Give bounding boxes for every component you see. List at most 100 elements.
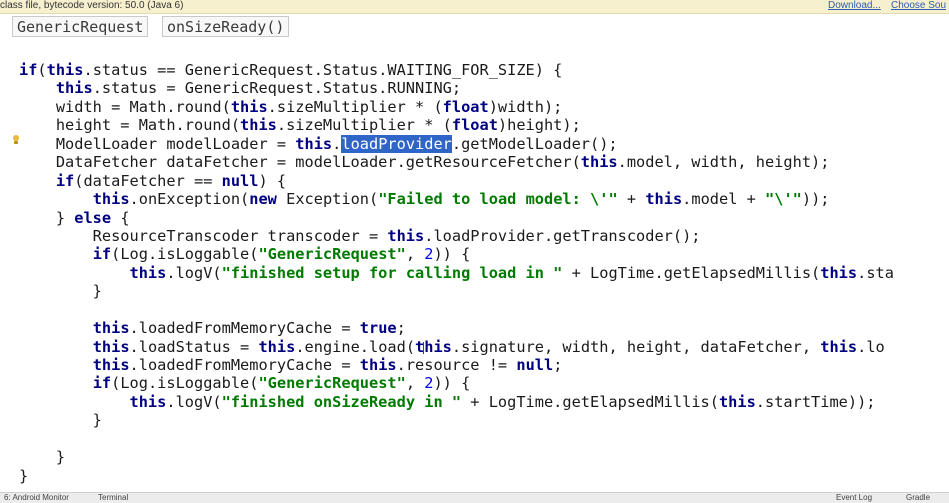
code-token: .logV( [166,392,222,411]
code-token: , [405,245,425,264]
code-token: null [221,171,259,190]
code-token: this [718,392,756,411]
code-token: this [820,263,858,282]
code-token: .onException( [129,190,250,209]
code-token: .loadedFromMemoryCache = [129,319,360,338]
breadcrumb-class[interactable]: GenericRequest [12,16,149,37]
code-token: .sta [857,263,894,282]
code-line: } [19,467,894,485]
code-token: this [415,337,452,356]
code-token: )) { [433,245,471,264]
code-line: if(Log.isLoggable("GenericRequest", 2)) … [19,245,894,263]
code-token: } [19,208,75,227]
code-line: if(dataFetcher == null) { [19,172,894,190]
breadcrumb-method[interactable]: onSizeReady() [162,16,290,37]
code-editor[interactable]: if(this.status == GenericRequest.Status.… [19,61,894,485]
code-token: } [19,466,29,485]
code-token: .status = GenericRequest.Status.RUNNING; [92,79,462,98]
code-token: )); [801,190,830,209]
code-token: .logV( [166,263,222,282]
code-token: .startTime)); [755,392,876,411]
code-token: Exception( [276,190,379,209]
code-token: .loadedFromMemoryCache = [129,356,360,374]
code-token: .status == GenericRequest.Status.WAITING… [83,61,563,79]
code-token: (dataFetcher == [74,171,222,190]
code-token: "finished setup for calling load in " [221,263,563,282]
code-token: "finished onSizeReady in " [221,392,462,411]
code-token: } [19,282,102,301]
choose-sources-link[interactable]: Choose Sou [891,0,946,12]
code-token: this [645,190,683,209]
code-token: + LogTime.getElapsedMillis( [461,392,719,411]
code-line: } else { [19,209,894,227]
code-token: , [405,374,425,393]
code-token: ResourceTranscoder transcoder = [19,226,388,245]
code-token: this [129,392,167,411]
code-token: .model + [682,190,766,209]
code-token: height = Math.round( [19,116,241,135]
code-token: null [516,356,554,374]
code-token: this [295,134,333,153]
code-token: this [46,61,84,79]
code-token: )width); [488,97,563,116]
code-token: "Failed to load model: \'" [378,190,618,209]
decompiled-class-notice: class file, bytecode version: 50.0 (Java… [0,0,949,14]
code-token: .sizeMultiplier * ( [276,116,452,135]
code-token: if [92,374,112,393]
code-token: if [55,171,75,190]
code-line: if(Log.isLoggable("GenericRequest", 2)) … [19,374,894,392]
code-token: . [332,134,342,153]
code-line: height = Math.round(this.sizeMultiplier … [19,116,894,134]
code-token: "GenericRequest" [258,245,406,264]
code-line: this.loadedFromMemoryCache = this.resour… [19,356,894,374]
code-token: + [617,190,646,209]
code-line: } [19,411,894,429]
code-line: ResourceTranscoder transcoder = this.loa… [19,227,894,245]
code-token: ModelLoader modelLoader = [19,134,296,153]
code-token: (Log.isLoggable( [111,374,259,393]
code-token: ) { [258,171,287,190]
code-token: "\'" [765,190,802,209]
text-cursor [423,342,424,354]
editor-gutter[interactable] [0,40,18,485]
breadcrumb: GenericRequest onSizeReady() [0,14,949,40]
download-sources-link[interactable]: Download... [828,0,881,12]
code-token: loadProvider [341,134,452,153]
code-token: this [240,116,277,135]
code-token: this [92,356,130,374]
code-token: .loadProvider.getTranscoder(); [424,226,701,245]
code-line: ModelLoader modelLoader = this.loadProvi… [19,134,894,153]
code-token: new [249,190,277,209]
code-token: width = Math.round( [19,97,231,116]
code-token: true [359,319,397,338]
code-token: "GenericRequest" [258,374,406,393]
code-token: this [92,319,130,338]
code-token: if [19,61,38,79]
code-token: .model, width, height); [617,153,830,172]
code-token: DataFetcher dataFetcher = modelLoader.ge… [19,153,581,172]
code-token: { [111,208,130,227]
code-token: this [258,337,296,356]
code-token: this [92,337,130,356]
code-token: )height); [497,116,581,135]
code-token: else [74,208,112,227]
code-token: this [820,337,858,356]
code-line: this.logV("finished onSizeReady in " + L… [19,393,894,411]
code-line: this.loadedFromMemoryCache = true; [19,319,894,337]
code-token: float [451,116,498,135]
code-token: .loadStatus = [129,337,259,356]
code-line: this.loadStatus = this.engine.load(this.… [19,338,894,356]
code-token: ; [553,356,563,374]
code-token: ; [396,319,406,338]
code-token: .resource != [396,356,517,374]
code-token: this [92,190,130,209]
